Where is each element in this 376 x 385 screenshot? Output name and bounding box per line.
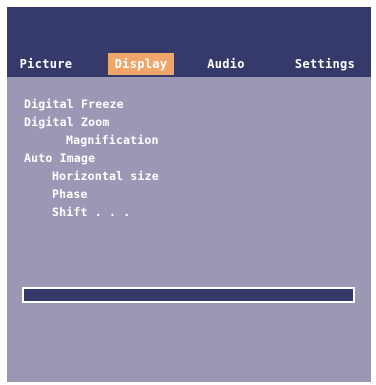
tab-picture[interactable]: Picture: [15, 53, 77, 75]
tab-settings[interactable]: Settings: [290, 53, 360, 75]
menu-item-magnification[interactable]: Magnification: [24, 131, 159, 149]
display-menu-list: Digital Freeze Digital Zoom Magnificatio…: [24, 95, 159, 221]
tab-display[interactable]: Display: [108, 53, 174, 75]
tab-audio[interactable]: Audio: [201, 53, 251, 75]
menu-item-auto-image[interactable]: Auto Image: [24, 149, 159, 167]
menu-item-horizontal-size[interactable]: Horizontal size: [24, 167, 159, 185]
menu-item-digital-zoom[interactable]: Digital Zoom: [24, 113, 159, 131]
menu-item-digital-freeze[interactable]: Digital Freeze: [24, 95, 159, 113]
adjustment-bar[interactable]: [22, 287, 355, 303]
menu-item-shift[interactable]: Shift . . .: [24, 203, 159, 221]
menu-item-phase[interactable]: Phase: [24, 185, 159, 203]
tab-bar: Picture Display Audio Settings: [7, 7, 371, 77]
osd-menu: Picture Display Audio Settings Digital F…: [7, 7, 371, 382]
